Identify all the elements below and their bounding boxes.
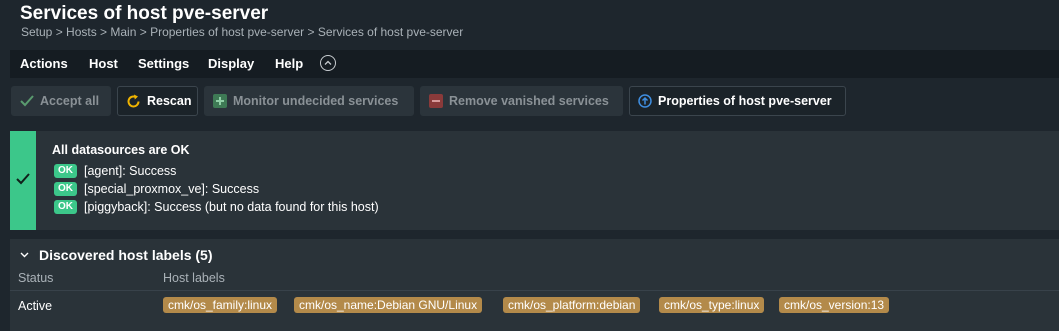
plus-icon: [213, 94, 227, 108]
menu-display[interactable]: Display: [208, 56, 254, 71]
menu-help[interactable]: Help: [275, 56, 303, 71]
row-status: Active: [18, 299, 53, 313]
status-line-agent: OK [agent]: Success: [54, 164, 176, 178]
menu-settings[interactable]: Settings: [138, 56, 189, 71]
minus-icon: [429, 94, 443, 108]
accept-all-button[interactable]: Accept all: [11, 86, 111, 116]
host-label-chip[interactable]: cmk/os_family:linux: [163, 297, 278, 313]
monitor-undecided-button[interactable]: Monitor undecided services: [204, 86, 414, 116]
column-status: Status: [18, 271, 54, 285]
menu-bar: Actions Host Settings Display Help: [10, 50, 1059, 78]
host-label-chip[interactable]: cmk/os_type:linux: [659, 297, 765, 313]
host-label-chip[interactable]: cmk/os_version:13: [779, 297, 890, 313]
status-line-piggyback: OK [piggyback]: Success (but no data fou…: [54, 200, 379, 214]
status-line-text: [special_proxmox_ve]: Success: [84, 182, 260, 196]
host-label-chip[interactable]: cmk/os_name:Debian GNU/Linux: [294, 297, 483, 313]
host-label-chip[interactable]: cmk/os_platform:debian: [503, 297, 641, 313]
status-line-proxmox: OK [special_proxmox_ve]: Success: [54, 182, 259, 196]
collapse-menu-icon[interactable]: [320, 55, 336, 71]
host-labels-title: Discovered host labels (5): [39, 247, 213, 263]
status-indicator: [10, 131, 36, 230]
page-header: Services of host pve-server Setup > Host…: [0, 0, 1059, 46]
refresh-icon: [126, 94, 141, 109]
divider: [10, 290, 1059, 291]
menu-host[interactable]: Host: [89, 56, 118, 71]
properties-label: Properties of host pve-server: [658, 94, 832, 108]
status-line-text: [agent]: Success: [84, 164, 177, 178]
accept-all-label: Accept all: [40, 94, 100, 108]
rescan-button[interactable]: Rescan: [117, 86, 198, 116]
checkmark-icon: [20, 95, 34, 107]
remove-vanished-button[interactable]: Remove vanished services: [420, 86, 623, 116]
chevron-down-icon[interactable]: [20, 252, 29, 258]
ok-badge: OK: [54, 200, 77, 214]
column-host-labels: Host labels: [163, 271, 225, 285]
host-labels-panel: Discovered host labels (5) Status Host l…: [10, 239, 1059, 331]
arrow-up-circle-icon: [638, 94, 652, 108]
ok-badge: OK: [54, 182, 77, 196]
status-heading: All datasources are OK: [52, 143, 190, 157]
rescan-label: Rescan: [147, 94, 192, 108]
remove-vanished-label: Remove vanished services: [449, 94, 609, 108]
monitor-undecided-label: Monitor undecided services: [233, 94, 399, 108]
status-line-text: [piggyback]: Success (but no data found …: [84, 200, 379, 214]
page-title: Services of host pve-server: [20, 3, 269, 24]
menu-actions[interactable]: Actions: [20, 56, 68, 71]
checkmark-icon: [16, 173, 30, 185]
datasource-status-panel: All datasources are OK OK [agent]: Succe…: [10, 131, 1059, 230]
host-labels-header[interactable]: Discovered host labels (5): [20, 247, 213, 263]
breadcrumb[interactable]: Setup > Hosts > Main > Properties of hos…: [21, 25, 463, 39]
ok-badge: OK: [54, 164, 77, 178]
properties-button[interactable]: Properties of host pve-server: [629, 86, 846, 116]
